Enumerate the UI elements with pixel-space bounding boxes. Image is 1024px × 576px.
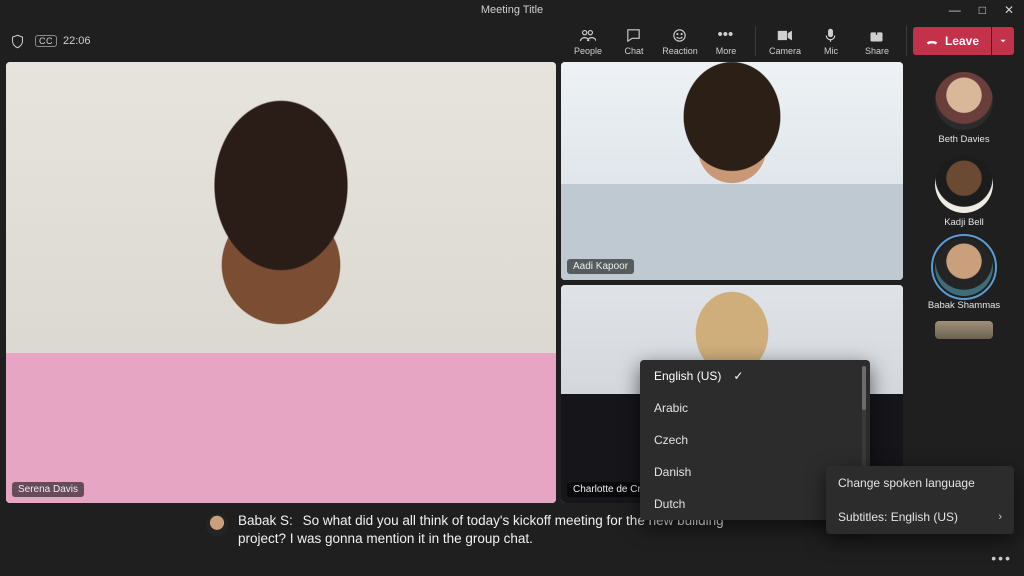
reaction-icon	[671, 27, 688, 44]
avatar	[935, 155, 993, 213]
participant-name-chip: Aadi Kapoor	[567, 259, 634, 274]
caption-avatar	[206, 514, 228, 536]
avatar	[935, 321, 993, 339]
video-tile[interactable]: Aadi Kapoor	[561, 62, 903, 280]
sidebar-participant-overflow[interactable]	[935, 321, 993, 339]
avatar	[935, 72, 993, 130]
hangup-icon	[925, 34, 939, 48]
chevron-down-icon	[998, 36, 1008, 46]
caption-more-button[interactable]: •••	[991, 550, 1012, 566]
check-icon: ✓	[733, 369, 743, 383]
window-title: Meeting Title	[481, 4, 543, 16]
cc-badge[interactable]: CC	[35, 35, 57, 47]
mic-button[interactable]: Mic	[808, 20, 854, 62]
sidebar-participant[interactable]: Beth Davies	[935, 72, 993, 145]
window-close[interactable]: ✕	[1004, 3, 1014, 17]
people-icon	[579, 27, 596, 44]
leave-options-button[interactable]	[992, 27, 1014, 55]
people-button[interactable]: People	[565, 20, 611, 62]
chevron-right-icon: ›	[998, 511, 1002, 523]
language-option-selected[interactable]: English (US) ✓	[640, 360, 870, 392]
window-maximize[interactable]: □	[979, 3, 986, 17]
toolbar-separator	[906, 26, 907, 56]
share-icon	[868, 27, 885, 44]
toolbar-separator	[755, 26, 756, 56]
meeting-timer: 22:06	[63, 35, 91, 47]
language-option[interactable]: Czech	[640, 424, 870, 456]
more-icon: •••	[717, 27, 734, 44]
participant-video	[561, 62, 903, 280]
avatar	[935, 238, 993, 296]
reaction-button[interactable]: Reaction	[657, 20, 703, 62]
chat-icon	[625, 27, 642, 44]
caption-speaker: Babak S:	[238, 513, 293, 528]
leave-button[interactable]: Leave	[913, 27, 991, 55]
more-button[interactable]: ••• More	[703, 20, 749, 62]
mic-icon	[822, 27, 839, 44]
sidebar-participant[interactable]: Kadji Bell	[935, 155, 993, 228]
sidebar-participant[interactable]: Babak Shammas	[928, 238, 1000, 311]
chat-button[interactable]: Chat	[611, 20, 657, 62]
subtitles-setting[interactable]: Subtitles: English (US) ›	[826, 500, 1014, 534]
video-tile-main[interactable]: Serena Davis	[6, 62, 556, 503]
camera-button[interactable]: Camera	[762, 20, 808, 62]
change-spoken-language[interactable]: Change spoken language	[826, 466, 1014, 500]
camera-icon	[776, 27, 793, 44]
language-option[interactable]: Arabic	[640, 392, 870, 424]
window-minimize[interactable]: —	[949, 3, 961, 17]
caption-settings-menu: Change spoken language Subtitles: Englis…	[826, 466, 1014, 534]
participant-name-chip: Serena Davis	[12, 482, 84, 497]
shield-icon	[10, 34, 25, 49]
share-button[interactable]: Share	[854, 20, 900, 62]
participant-video	[6, 62, 556, 503]
